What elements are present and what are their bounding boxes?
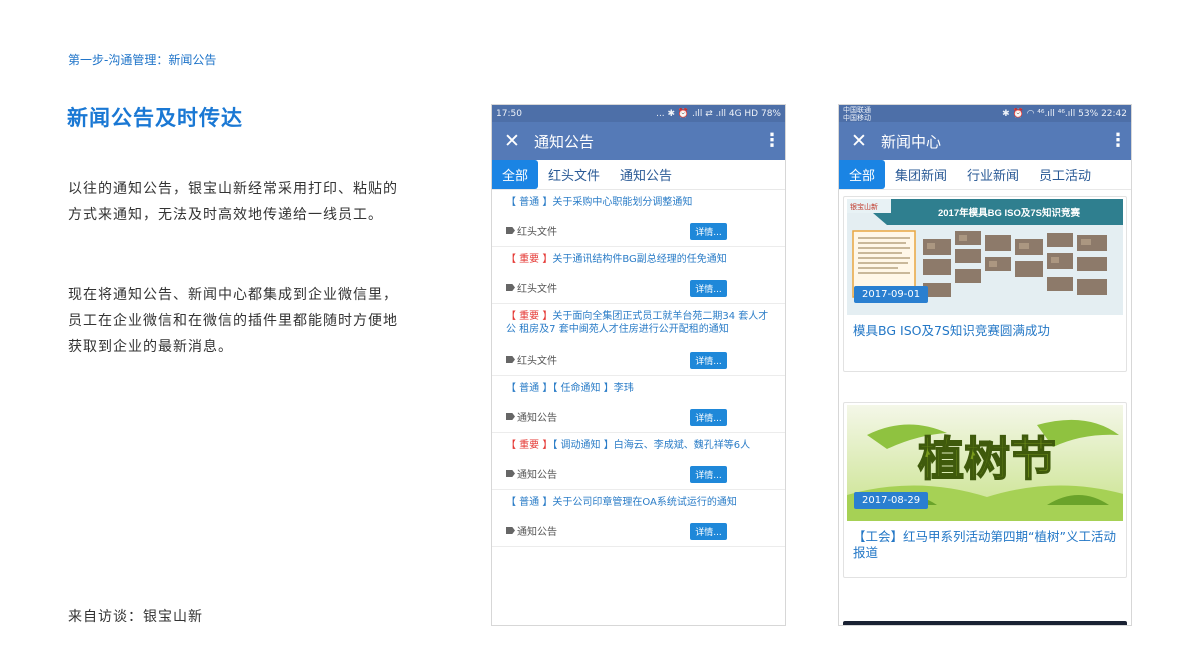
news-title: 【工会】红马甲系列活动第四期“植树”义工活动报道 (853, 529, 1116, 560)
tag-icon (506, 470, 515, 477)
category-tag: 红头文件 (506, 223, 557, 238)
category-tag: 红头文件 (506, 280, 557, 295)
tab-red-header-docs[interactable]: 红头文件 (538, 160, 610, 189)
notice-phone-screen: 17:50 ... ✱ ⏰ .ıll ⇄ .ıll 4G HD 78% ✕ 通知… (491, 104, 786, 626)
news-phone-screen: 中国联通 中国移动 ✱ ⏰ ◠ ⁴⁶.ıll ⁴⁶.ıll 53% 22:42 ✕… (838, 104, 1132, 626)
notice-title: 【 重要 】【 调动通知 】白海云、李成斌、魏孔祥等6人 (506, 440, 751, 451)
status-icons: ... ✱ ⏰ .ıll ⇄ .ıll 4G HD (656, 108, 759, 119)
app-bar-title: 新闻中心 (881, 132, 942, 151)
description-after: 现在将通知公告、新闻中心都集成到企业微信里，员工在企业微信和在微信的插件里都能随… (68, 287, 398, 355)
list-item[interactable]: 【 重要 】关于面向全集团正式员工就羊台苑二期34 套人才公 租房及7 套中闽苑… (492, 304, 785, 376)
detail-button[interactable]: 详情... (690, 280, 727, 297)
detail-button[interactable]: 详情... (690, 466, 727, 483)
detail-button[interactable]: 详情... (690, 352, 727, 369)
news-card-partial[interactable] (843, 621, 1127, 625)
status-icons: ✱ ⏰ ◠ ⁴⁶.ıll ⁴⁶.ıll (1002, 108, 1076, 119)
tab-all[interactable]: 全部 (839, 160, 886, 189)
date-badge: 2017-08-29 (854, 492, 929, 509)
battery-level: 53% (1078, 108, 1099, 119)
status-bar: 17:50 ... ✱ ⏰ .ıll ⇄ .ıll 4G HD 78% (492, 105, 785, 122)
breadcrumb: 第一步-沟通管理：新闻公告 (68, 53, 217, 67)
tab-bar: 全部 集团新闻 行业新闻 员工活动 (839, 160, 1131, 190)
svg-text:植树节: 植树节 (918, 432, 1056, 486)
tab-group-news[interactable]: 集团新闻 (885, 160, 957, 189)
detail-button[interactable]: 详情... (690, 523, 727, 540)
notice-title: 【 普通 】关于采购中心职能划分调整通知 (506, 197, 693, 208)
detail-button[interactable]: 详情... (690, 409, 727, 426)
source-note: 来自访谈：银宝山新 (68, 609, 203, 625)
status-time: 22:42 (1101, 108, 1127, 119)
category-tag: 通知公告 (506, 466, 557, 481)
more-vert-icon[interactable]: ⋮ (763, 132, 781, 150)
app-bar: ✕ 通知公告 ⋮ (492, 122, 785, 160)
news-card[interactable]: 银宝山新 2017年模具BG ISO及7S知识竞赛 2017-09-01 模具B… (843, 196, 1127, 372)
tab-staff-activities[interactable]: 员工活动 (1029, 160, 1101, 189)
detail-button[interactable]: 详情... (690, 223, 727, 240)
app-bar-title: 通知公告 (534, 132, 595, 151)
list-item[interactable]: 【 重要 】关于通讯结构件BG副总经理的任免通知 红头文件 详情... (492, 247, 785, 304)
status-time: 17:50 (496, 108, 522, 119)
tab-industry-news[interactable]: 行业新闻 (957, 160, 1029, 189)
news-title: 模具BG ISO及7S知识竞赛圆满成功 (853, 323, 1050, 338)
battery-level: 78% (760, 108, 781, 119)
category-tag: 通知公告 (506, 523, 557, 538)
more-vert-icon[interactable]: ⋮ (1109, 132, 1127, 150)
app-bar: ✕ 新闻中心 ⋮ (839, 122, 1131, 160)
tab-all[interactable]: 全部 (492, 160, 539, 189)
list-item[interactable]: 【 普通 】关于采购中心职能划分调整通知 红头文件 详情... (492, 190, 785, 247)
category-tag: 通知公告 (506, 409, 557, 424)
page-title: 新闻公告及时传达 (67, 106, 243, 130)
status-bar: 中国联通 中国移动 ✱ ⏰ ◠ ⁴⁶.ıll ⁴⁶.ıll 53% 22:42 (839, 105, 1131, 122)
notice-title: 【 普通 】【 任命通知 】李玮 (506, 383, 634, 394)
svg-text:银宝山新: 银宝山新 (850, 202, 878, 211)
close-icon[interactable]: ✕ (851, 130, 877, 152)
close-icon[interactable]: ✕ (504, 130, 530, 152)
tag-icon (506, 356, 515, 363)
date-badge: 2017-09-01 (854, 286, 929, 303)
category-tag: 红头文件 (506, 352, 557, 367)
tab-notices[interactable]: 通知公告 (610, 160, 682, 189)
tag-icon (506, 413, 515, 420)
description-before: 以往的通知公告，银宝山新经常采用打印、粘贴的方式来通知，无法及时高效地传递给一线… (68, 181, 398, 223)
carrier-label: 中国联通 中国移动 (843, 105, 871, 122)
notice-title: 【 普通 】关于公司印章管理在OA系统试运行的通知 (506, 497, 737, 508)
news-card[interactable]: 植树节 2017-08-29 【工会】红马甲系列活动第四期“植树”义工活动报道 (843, 402, 1127, 578)
svg-text:2017年模具BG ISO及7S知识竞赛: 2017年模具BG ISO及7S知识竞赛 (938, 207, 1081, 219)
notice-title: 【 重要 】关于通讯结构件BG副总经理的任免通知 (506, 254, 727, 265)
list-item[interactable]: 【 普通 】【 任命通知 】李玮 通知公告 详情... (492, 376, 785, 433)
tag-icon (506, 284, 515, 291)
tag-icon (506, 527, 515, 534)
tab-bar: 全部 红头文件 通知公告 (492, 160, 785, 190)
tag-icon (506, 227, 515, 234)
notice-title: 【 重要 】关于面向全集团正式员工就羊台苑二期34 套人才公 租房及7 套中闽苑… (506, 311, 769, 335)
list-item[interactable]: 【 重要 】【 调动通知 】白海云、李成斌、魏孔祥等6人 通知公告 详情... (492, 433, 785, 490)
list-item[interactable]: 【 普通 】关于公司印章管理在OA系统试运行的通知 通知公告 详情... (492, 490, 785, 547)
